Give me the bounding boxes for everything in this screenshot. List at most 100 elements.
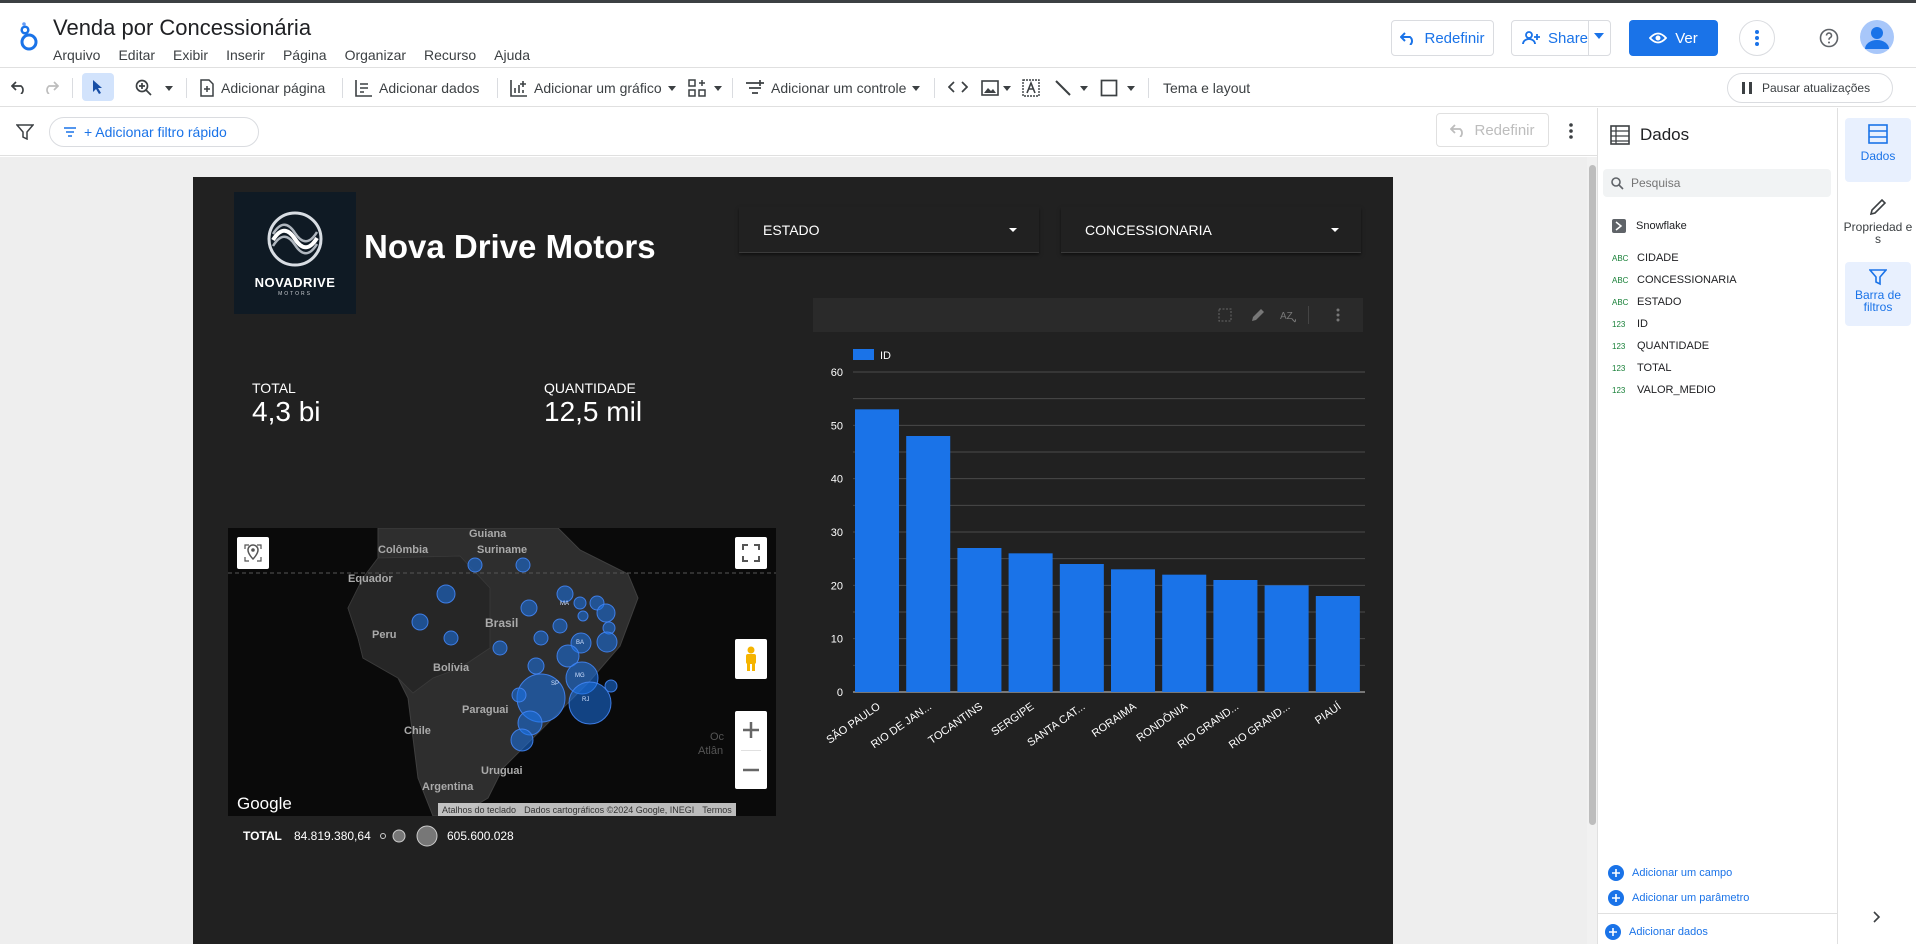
filter-list-icon bbox=[64, 127, 76, 137]
field-quantidade[interactable]: 123 QUANTIDADE bbox=[1612, 340, 1709, 352]
estado-dropdown[interactable]: ESTADO bbox=[739, 207, 1039, 253]
bar-chart[interactable]: ID 0 10 20 30 40 50 60 SÃO PAULO RIO DE JAN... TOC… bbox=[813, 337, 1373, 777]
caret-down-icon[interactable] bbox=[1127, 86, 1135, 91]
canvas-scrollbar-thumb[interactable] bbox=[1589, 165, 1596, 825]
field-search[interactable] bbox=[1603, 169, 1831, 197]
concessionaria-dropdown[interactable]: CONCESSIONARIA bbox=[1061, 207, 1361, 253]
zoom-out-button[interactable] bbox=[743, 762, 759, 778]
looker-studio-logo-icon[interactable] bbox=[18, 21, 40, 51]
line-icon[interactable] bbox=[1054, 79, 1072, 97]
zoom-tool[interactable] bbox=[135, 76, 173, 100]
add-control-button[interactable]: Adicionar um controle bbox=[745, 76, 921, 100]
caret-down-icon[interactable] bbox=[1080, 86, 1088, 91]
tab-propriedades[interactable]: Propriedad es bbox=[1843, 192, 1913, 256]
keyboard-shortcuts-link[interactable]: Atalhos do teclado bbox=[442, 805, 516, 815]
fullscreen-button[interactable] bbox=[735, 537, 767, 569]
map-location-button[interactable] bbox=[237, 537, 269, 569]
y-tick-label: 0 bbox=[837, 687, 843, 699]
field-estado[interactable]: ABC ESTADO bbox=[1612, 296, 1681, 308]
search-input[interactable] bbox=[1631, 176, 1821, 190]
help-icon[interactable] bbox=[1819, 28, 1839, 48]
add-chart-button[interactable]: Adicionar um gráfico bbox=[510, 76, 676, 100]
text-box-icon[interactable] bbox=[1022, 79, 1040, 97]
scorecard-total-value: 4,3 bi bbox=[252, 396, 321, 427]
tab-dados[interactable]: Dados bbox=[1845, 118, 1911, 182]
field-type-badge: 123 bbox=[1612, 341, 1626, 351]
menu-ajuda[interactable]: Ajuda bbox=[494, 47, 530, 63]
view-button[interactable]: Ver bbox=[1629, 20, 1718, 56]
bar bbox=[855, 409, 900, 692]
more-vert-icon[interactable] bbox=[1336, 308, 1340, 322]
menu-organizar[interactable]: Organizar bbox=[345, 47, 406, 63]
undo-icon[interactable] bbox=[11, 80, 27, 94]
svg-text:AZ: AZ bbox=[1280, 311, 1293, 322]
pegman-icon bbox=[746, 646, 756, 671]
filter-icon[interactable] bbox=[16, 124, 34, 140]
shape-rectangle-icon[interactable] bbox=[1100, 79, 1118, 97]
add-field-button[interactable]: Adicionar um campo bbox=[1608, 865, 1732, 881]
more-options-button[interactable] bbox=[1739, 20, 1775, 56]
field-total[interactable]: 123 TOTAL bbox=[1612, 362, 1671, 374]
data-panel: Dados Snowflake ABCCIDADE ABCCONCESSIONA… bbox=[1597, 108, 1838, 944]
tab-barra-de-filtros[interactable]: Barra de filtros bbox=[1845, 262, 1911, 326]
filter-reset-button[interactable]: Redefinir bbox=[1436, 113, 1549, 147]
more-vert-icon[interactable] bbox=[1569, 123, 1573, 139]
caret-down-icon bbox=[912, 85, 921, 91]
avatar[interactable] bbox=[1860, 20, 1894, 54]
panel-add-data-button[interactable]: Adicionar dados bbox=[1605, 924, 1708, 940]
filter-icon bbox=[1869, 269, 1887, 286]
community-viz-button[interactable] bbox=[688, 76, 722, 100]
undo-arrow-icon bbox=[1450, 124, 1464, 137]
toolbar-divider bbox=[186, 78, 187, 98]
sort-az-icon[interactable]: AZ bbox=[1280, 308, 1296, 323]
report-title[interactable]: Venda por Concessionária bbox=[53, 15, 311, 41]
field-cidade[interactable]: ABC CIDADE bbox=[1612, 252, 1679, 264]
bubble-label: SP bbox=[551, 681, 560, 687]
terms-link[interactable]: Termos bbox=[702, 805, 732, 815]
image-icon[interactable] bbox=[981, 80, 999, 96]
legend-label: ID bbox=[880, 350, 891, 362]
caret-down-icon bbox=[1331, 228, 1339, 232]
caret-down-icon[interactable] bbox=[1003, 86, 1011, 91]
map-bubbles bbox=[411, 557, 618, 752]
edit-pencil-icon[interactable] bbox=[1250, 308, 1265, 323]
field-type-badge: 123 bbox=[1612, 385, 1626, 395]
report-page[interactable]: NOVADRIVE MOTORS Nova Drive Motors ESTAD… bbox=[193, 177, 1393, 944]
select-tool[interactable] bbox=[82, 73, 114, 101]
street-view-pegman[interactable] bbox=[735, 639, 767, 679]
share-dropdown-icon[interactable] bbox=[1594, 33, 1604, 39]
field-valor-medio[interactable]: 123 VALOR_MEDIO bbox=[1612, 384, 1716, 396]
menu-editar[interactable]: Editar bbox=[118, 47, 155, 63]
add-chart-icon bbox=[510, 80, 527, 97]
theme-layout-button[interactable]: Tema e layout bbox=[1163, 76, 1250, 100]
bubble-label: RJ bbox=[582, 697, 590, 703]
pause-updates-button[interactable]: Pausar atualizações bbox=[1727, 73, 1893, 103]
reset-button[interactable]: Redefinir bbox=[1391, 20, 1494, 56]
zoom-in-button[interactable] bbox=[743, 722, 759, 738]
add-page-button[interactable]: Adicionar página bbox=[199, 76, 325, 100]
bar bbox=[1264, 585, 1309, 692]
add-circle-icon bbox=[1605, 924, 1621, 940]
chevron-right-icon[interactable] bbox=[1873, 911, 1881, 923]
field-id[interactable]: 123 ID bbox=[1612, 318, 1648, 330]
add-parameter-button[interactable]: Adicionar um parâmetro bbox=[1608, 890, 1749, 906]
menu-pagina[interactable]: Página bbox=[283, 47, 327, 63]
map-legend-bubbles bbox=[380, 825, 438, 847]
data-source-snowflake[interactable]: Snowflake bbox=[1612, 219, 1687, 233]
menu-exibir[interactable]: Exibir bbox=[173, 47, 208, 63]
field-concessionaria[interactable]: ABC CONCESSIONARIA bbox=[1612, 274, 1737, 286]
code-icon[interactable] bbox=[948, 80, 968, 94]
menu-inserir[interactable]: Inserir bbox=[226, 47, 265, 63]
add-data-button[interactable]: Adicionar dados bbox=[355, 76, 479, 100]
menu-recurso[interactable]: Recurso bbox=[424, 47, 476, 63]
bubble-map[interactable]: Guiana Suriname Colômbia Equador Peru Br… bbox=[228, 528, 776, 816]
add-quick-filter-button[interactable]: + Adicionar filtro rápido bbox=[49, 117, 259, 147]
redo-icon[interactable] bbox=[43, 80, 59, 94]
caret-down-icon bbox=[714, 85, 722, 91]
brand-logo[interactable]: NOVADRIVE MOTORS bbox=[234, 192, 356, 314]
add-person-icon bbox=[1522, 31, 1540, 45]
menu-arquivo[interactable]: Arquivo bbox=[53, 47, 100, 63]
eye-icon bbox=[1649, 32, 1668, 44]
toolbar-divider bbox=[732, 78, 733, 98]
crop-select-icon[interactable] bbox=[1218, 308, 1232, 322]
